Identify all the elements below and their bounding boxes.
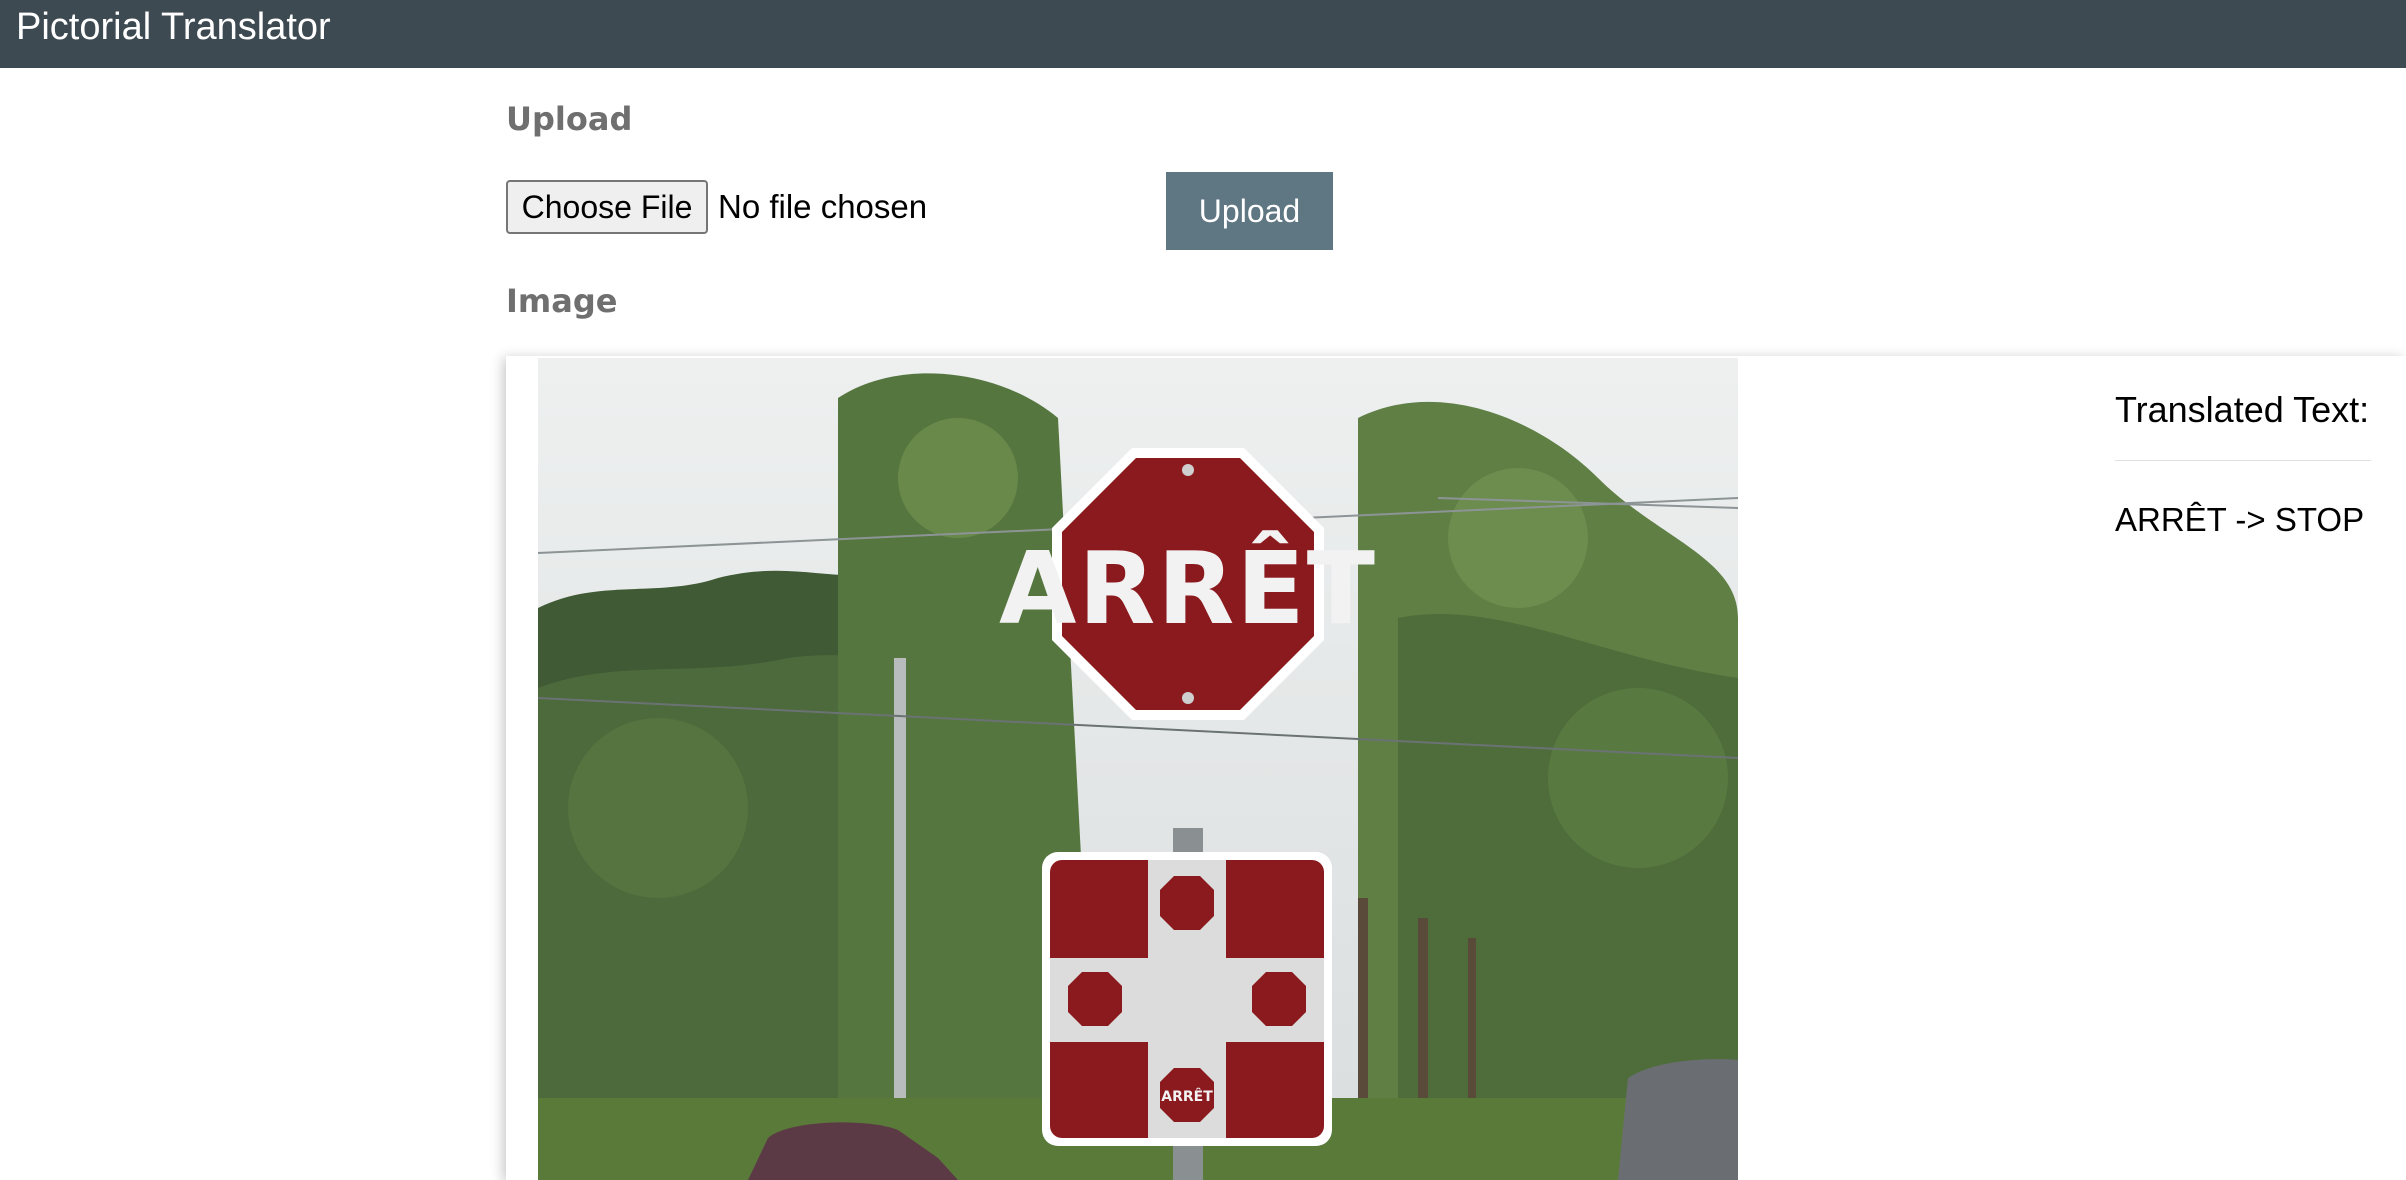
uploaded-image: ARRÊT ARRÊT <box>538 358 1738 1180</box>
file-status-text: No file chosen <box>718 188 928 225</box>
translation-result: Translated Text: ARRÊT -> STOP <box>2115 382 2371 539</box>
choose-file-button[interactable]: Choose File <box>506 180 708 234</box>
app-header: Pictorial Translator <box>0 0 2406 68</box>
translated-text-title: Translated Text: <box>2115 389 2370 430</box>
translated-text-value: ARRÊT -> STOP <box>2115 501 2365 538</box>
sign-arret-text: ARRÊT <box>999 530 1377 647</box>
result-panel: ARRÊT ARRÊT Translated Text: ARRÊT -> ST… <box>506 356 2406 1180</box>
upload-section-label: Upload <box>506 100 633 138</box>
sub-sign-arret-text: ARRÊT <box>1161 1088 1213 1105</box>
upload-button[interactable]: Upload <box>1166 172 1333 250</box>
result-divider <box>2115 460 2371 461</box>
app-title: Pictorial Translator <box>16 6 331 48</box>
image-section-label: Image <box>506 282 618 320</box>
